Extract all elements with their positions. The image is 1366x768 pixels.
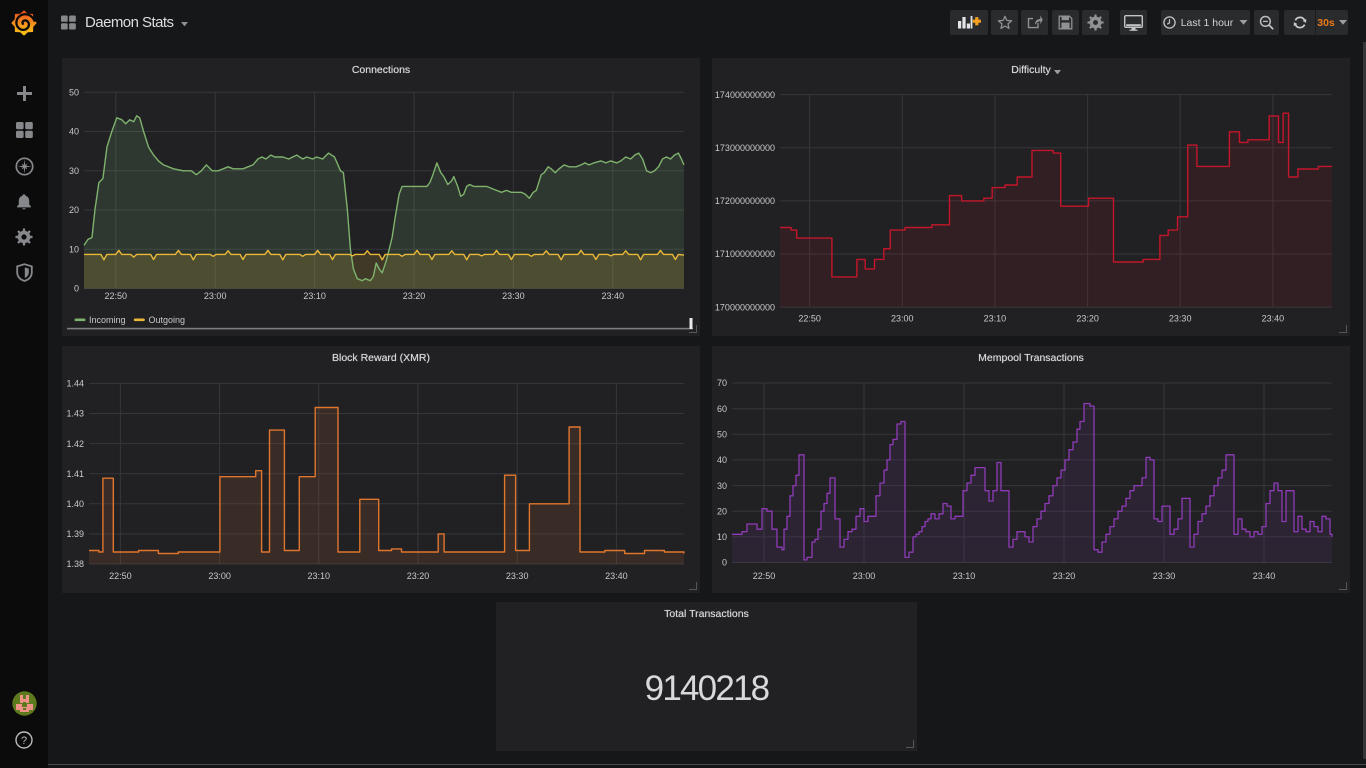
svg-text:Outgoing: Outgoing bbox=[149, 315, 186, 325]
svg-text:1.41: 1.41 bbox=[66, 469, 84, 479]
svg-text:22:50: 22:50 bbox=[798, 314, 821, 324]
svg-text:23:20: 23:20 bbox=[407, 571, 430, 581]
svg-text:173000000000: 173000000000 bbox=[715, 143, 775, 153]
svg-text:22:50: 22:50 bbox=[105, 291, 128, 301]
svg-text:0: 0 bbox=[74, 284, 79, 294]
svg-text:23:40: 23:40 bbox=[1253, 571, 1276, 581]
svg-text:50: 50 bbox=[69, 88, 79, 98]
svg-text:10: 10 bbox=[717, 532, 727, 542]
svg-text:23:00: 23:00 bbox=[208, 571, 231, 581]
svg-text:23:30: 23:30 bbox=[1153, 571, 1176, 581]
svg-text:22:50: 22:50 bbox=[753, 571, 776, 581]
svg-text:23:20: 23:20 bbox=[403, 291, 426, 301]
svg-text:171000000000: 171000000000 bbox=[715, 249, 775, 259]
svg-text:40: 40 bbox=[69, 127, 79, 137]
svg-text:23:00: 23:00 bbox=[204, 291, 227, 301]
svg-text:170000000000: 170000000000 bbox=[715, 302, 775, 312]
svg-text:1.43: 1.43 bbox=[66, 409, 84, 419]
svg-text:30: 30 bbox=[717, 481, 727, 491]
svg-text:23:30: 23:30 bbox=[506, 571, 529, 581]
svg-text:23:00: 23:00 bbox=[853, 571, 876, 581]
svg-text:23:10: 23:10 bbox=[303, 291, 326, 301]
svg-text:20: 20 bbox=[69, 205, 79, 215]
svg-text:0: 0 bbox=[722, 558, 727, 568]
svg-text:22:50: 22:50 bbox=[109, 571, 132, 581]
svg-text:23:20: 23:20 bbox=[1053, 571, 1076, 581]
svg-text:23:30: 23:30 bbox=[502, 291, 525, 301]
svg-text:23:10: 23:10 bbox=[953, 571, 976, 581]
svg-text:23:30: 23:30 bbox=[1169, 314, 1192, 324]
svg-text:23:40: 23:40 bbox=[605, 571, 628, 581]
svg-text:10: 10 bbox=[69, 244, 79, 254]
svg-text:1.42: 1.42 bbox=[66, 439, 84, 449]
svg-text:23:00: 23:00 bbox=[891, 314, 914, 324]
svg-text:1.39: 1.39 bbox=[66, 529, 84, 539]
svg-text:23:20: 23:20 bbox=[1076, 314, 1099, 324]
svg-text:23:10: 23:10 bbox=[984, 314, 1007, 324]
svg-text:1.40: 1.40 bbox=[66, 499, 84, 509]
svg-text:20: 20 bbox=[717, 506, 727, 516]
svg-text:40: 40 bbox=[717, 455, 727, 465]
svg-text:23:40: 23:40 bbox=[1262, 314, 1285, 324]
svg-text:70: 70 bbox=[717, 378, 727, 388]
svg-text:60: 60 bbox=[717, 404, 727, 414]
svg-text:23:40: 23:40 bbox=[602, 291, 625, 301]
svg-text:?: ? bbox=[21, 735, 27, 747]
svg-text:1.38: 1.38 bbox=[66, 559, 84, 569]
svg-text:172000000000: 172000000000 bbox=[715, 196, 775, 206]
svg-text:Incoming: Incoming bbox=[89, 315, 126, 325]
svg-text:23:10: 23:10 bbox=[308, 571, 331, 581]
svg-text:50: 50 bbox=[717, 430, 727, 440]
svg-text:1.44: 1.44 bbox=[66, 379, 84, 389]
svg-text:174000000000: 174000000000 bbox=[715, 90, 775, 100]
svg-text:30: 30 bbox=[69, 166, 79, 176]
